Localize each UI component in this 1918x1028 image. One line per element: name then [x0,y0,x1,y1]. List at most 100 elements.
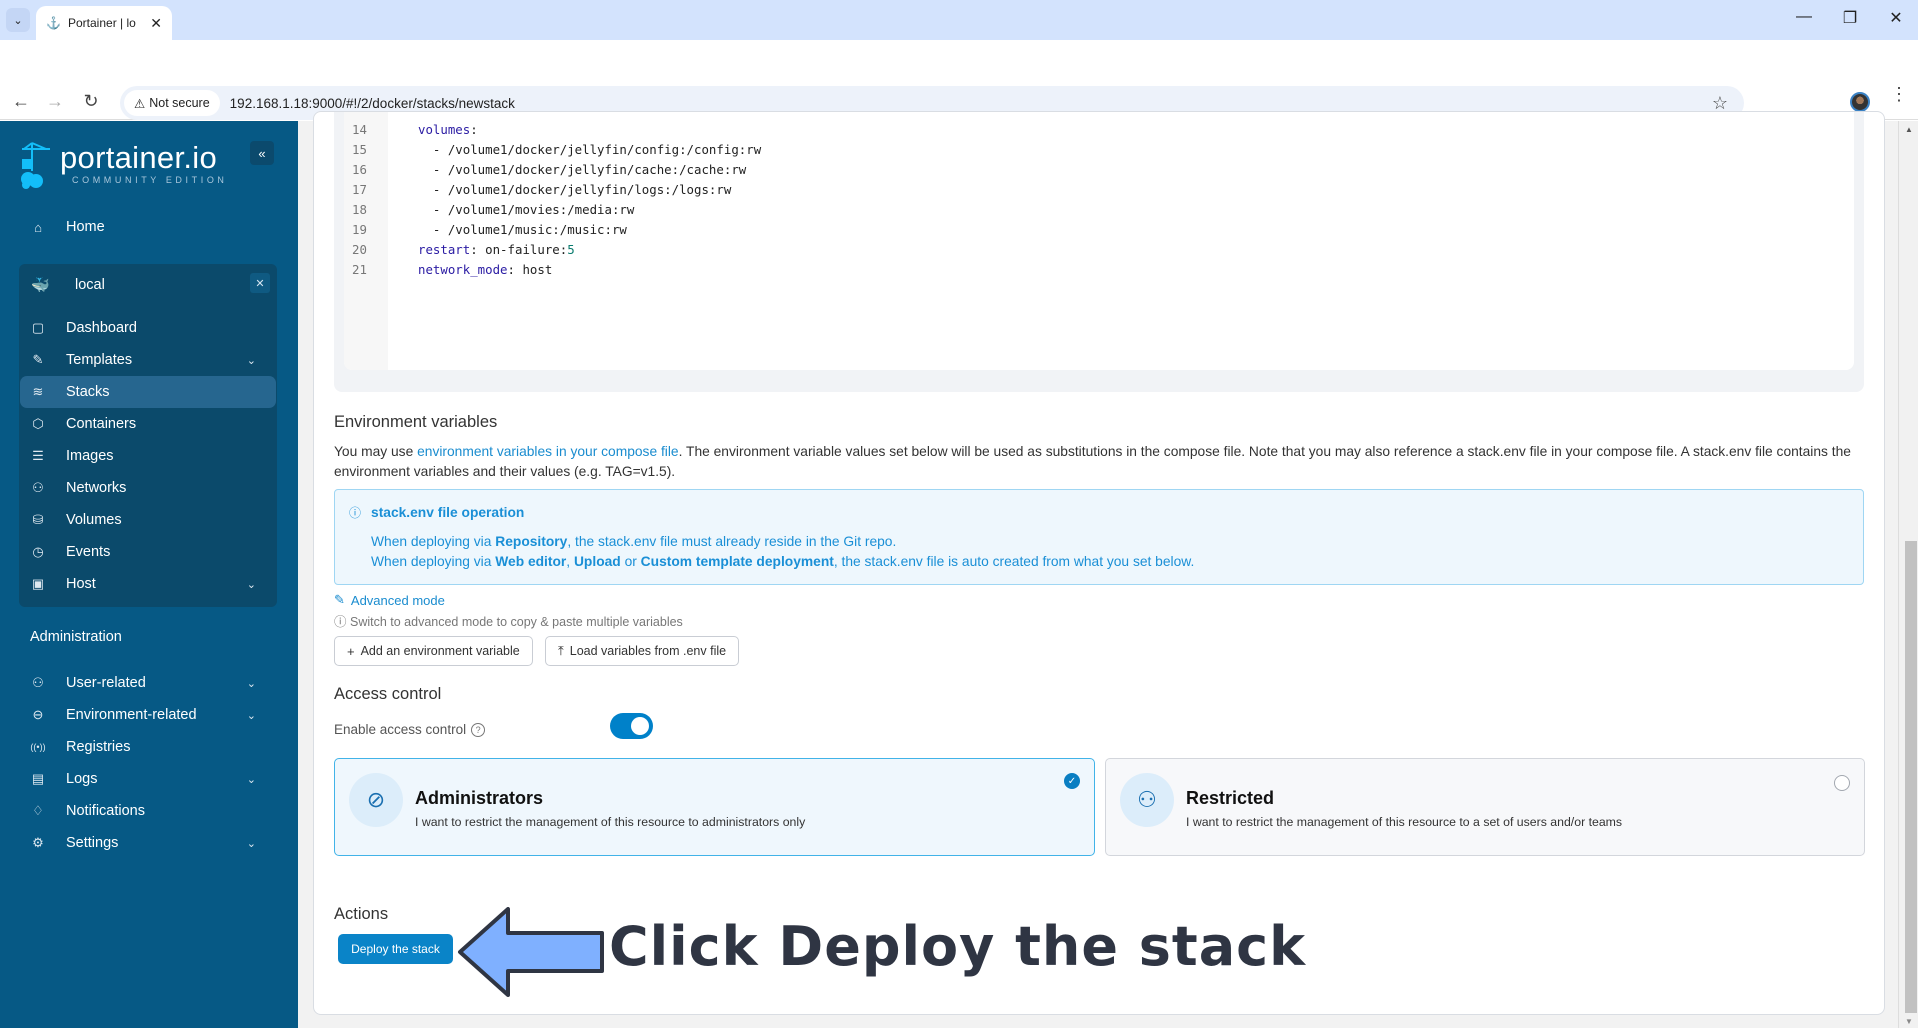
code-line: 19 - /volume1/music:/music:rw [344,220,761,240]
chevron-down-icon[interactable]: ⌄ [247,837,256,850]
sidebar-item-label: User-related [66,675,146,691]
info-icon: ⓘ [334,615,350,629]
users-icon: ⚇ [32,675,44,690]
access-option-restricted[interactable]: ⚇ Restricted I want to restrict the mana… [1105,758,1865,856]
stack-env-info-box: ⓘ stack.env file operation When deploying… [334,489,1864,585]
access-option-administrators[interactable]: ⊘ Administrators I want to restrict the … [334,758,1095,856]
sidebar-item-events[interactable]: ◷ Events [20,536,276,568]
scroll-up-icon[interactable]: ▲ [1905,125,1913,134]
info-icon: ⓘ [349,506,362,520]
sidebar-item-logs[interactable]: ▤ Logs ⌄ [20,763,276,795]
code-text: - /volume1/docker/jellyfin/logs:/logs:rw [432,182,732,197]
help-icon[interactable]: ? [471,722,486,737]
sidebar-item-environment-related[interactable]: ⊖ Environment-related ⌄ [20,699,276,731]
access-control-toggle[interactable] [610,713,653,739]
sidebar-item-networks[interactable]: ⚇ Networks [20,472,276,504]
scrollbar-thumb[interactable] [1905,541,1917,1013]
home-icon: ⌂ [34,219,42,235]
button-label: Deploy the stack [351,942,440,956]
line-number: 19 [352,222,367,237]
deploy-stack-button[interactable]: Deploy the stack [338,934,453,964]
reload-icon[interactable]: ↻ [80,91,102,112]
security-indicator[interactable]: ⚠ Not secure [124,90,220,116]
line-number: 17 [352,182,367,197]
info-text: , the stack.env file must already reside… [567,534,897,549]
users-icon: ⚇ [1120,773,1174,827]
env-vars-docs-link[interactable]: environment variables in your compose fi… [417,444,679,459]
info-bold: Upload [573,554,621,569]
hint-text: Switch to advanced mode to copy & paste … [349,615,683,629]
code-text: network_mode: host [418,262,553,277]
chevron-down-icon[interactable]: ⌄ [247,773,256,786]
clock-icon: ◷ [32,544,44,559]
page-scrollbar[interactable]: ▲ ▼ [1898,121,1918,1028]
main-content: 14 volumes: 15 - /volume1/docker/jellyfin/… [298,111,1898,1028]
chevrons-left-icon: « [258,145,266,161]
compose-code-editor[interactable]: 14 volumes: 15 - /volume1/docker/jellyfin/… [344,112,1854,370]
tab-search-button[interactable]: ⌄ [6,8,30,32]
chevron-down-icon[interactable]: ⌄ [247,709,256,722]
sidebar-item-label: Host [66,576,96,592]
browser-tab[interactable]: ⚓ Portainer | lo ✕ [36,6,172,40]
stack-form-card: 14 volumes: 15 - /volume1/docker/jellyfin/… [313,111,1885,1015]
line-number: 21 [352,262,367,277]
sidebar-item-templates[interactable]: ✎ Templates ⌄ [20,344,276,376]
sidebar-item-dashboard[interactable]: ▢ Dashboard [20,312,276,344]
chevron-down-icon[interactable]: ⌄ [247,677,256,690]
close-window-icon[interactable]: ✕ [1884,8,1908,28]
sidebar-item-stacks[interactable]: ≋ Stacks [20,376,276,408]
add-env-variable-button[interactable]: + Add an environment variable [334,636,533,666]
chevron-down-icon[interactable]: ⌄ [247,578,256,591]
info-text: , [566,554,574,569]
button-label: Load variables from .env file [569,644,727,658]
radio-unselected[interactable] [1834,775,1850,791]
code-line: 14 volumes: [344,120,761,140]
browser-menu-icon[interactable]: ⋮ [1890,85,1908,103]
code-line: 17 - /volume1/docker/jellyfin/logs:/logs… [344,180,761,200]
chevron-down-icon[interactable]: ⌄ [247,354,256,367]
database-icon: ⛁ [32,512,44,527]
back-icon[interactable]: ← [10,91,32,112]
close-environment-button[interactable]: ✕ [250,273,270,293]
sidebar-item-user-related[interactable]: ⚇ User-related ⌄ [20,667,276,699]
portainer-logo[interactable]: portainer.io COMMUNITY EDITION [18,141,228,189]
chevron-down-icon: ⌄ [13,14,23,27]
sidebar-item-volumes[interactable]: ⛁ Volumes [20,504,276,536]
url-text[interactable]: 192.168.1.18:9000/#!/2/docker/stacks/new… [230,96,515,111]
sidebar-item-settings[interactable]: ⚙ Settings ⌄ [20,827,276,859]
option-title: Administrators [415,788,544,808]
sidebar-item-registries[interactable]: ((•)) Registries [20,731,276,763]
environment-name: local [75,277,105,293]
minimize-icon[interactable]: — [1792,8,1816,26]
sidebar-item-label: Dashboard [66,320,137,336]
load-env-file-button[interactable]: ⤒ Load variables from .env file [545,636,740,666]
advanced-mode-link[interactable]: ✎ Advanced mode [334,592,445,608]
sidebar-item-containers[interactable]: ⬡ Containers [20,408,276,440]
option-description: I want to restrict the management of thi… [415,815,806,829]
sidebar-item-home[interactable]: ⌂ Home [20,211,276,243]
radio-icon: ((•)) [30,742,46,752]
env-vars-description: You may use environment variables in you… [334,442,1854,482]
selected-check-icon[interactable]: ✓ [1064,773,1080,789]
collapse-sidebar-button[interactable]: « [250,141,274,165]
restore-icon[interactable]: ❐ [1838,8,1862,28]
enable-access-control-label: Enable access control? [334,722,486,737]
sidebar-item-label: Networks [66,480,127,496]
toggle-knob [631,717,649,735]
code-text: volumes: [418,122,478,137]
code-text: restart: on-failure:5 [418,242,575,257]
info-text: , the stack.env file is auto created fro… [833,554,1195,569]
close-tab-icon[interactable]: ✕ [150,15,162,32]
sidebar-item-notifications[interactable]: ♢ Notifications [20,795,276,827]
sidebar-item-host[interactable]: ▣ Host ⌄ [20,568,276,600]
environment-header: 🐳 local ✕ [19,264,277,306]
profile-avatar[interactable] [1850,92,1870,112]
env-vars-heading: Environment variables [334,413,498,431]
sidebar-item-images[interactable]: ☰ Images [20,440,276,472]
scroll-down-icon[interactable]: ▼ [1905,1017,1913,1026]
forward-icon[interactable]: → [44,91,66,112]
plus-icon: + [347,643,355,659]
host-icon: ▣ [31,576,45,591]
sidebar-item-label: Containers [66,416,137,432]
actions-heading: Actions [334,905,389,923]
